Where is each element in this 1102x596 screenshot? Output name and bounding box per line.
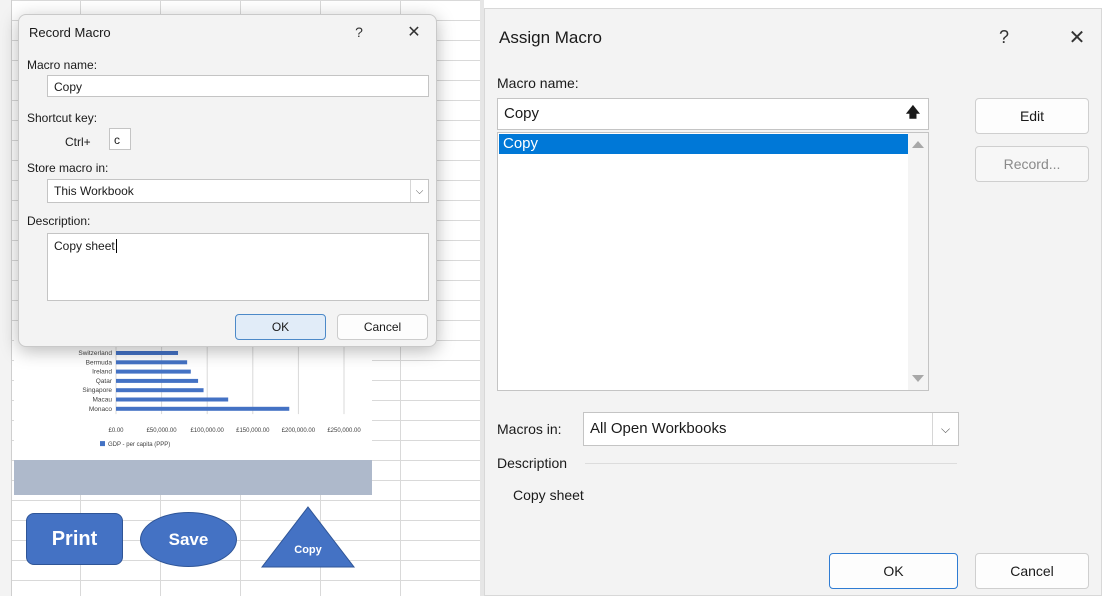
chart-bar: [116, 369, 191, 374]
assign-macro-name-value: Copy: [504, 105, 540, 122]
chart-category-label: Bermuda: [86, 359, 113, 366]
edit-button[interactable]: Edit: [975, 98, 1089, 134]
description-text: Copy sheet: [54, 239, 115, 253]
gdp-bar-chart: Switzerland Bermuda Ireland Qatar Singapore M…: [78, 335, 361, 448]
record-button[interactable]: Record...: [975, 146, 1089, 182]
print-label: Print: [51, 527, 98, 550]
close-button[interactable]: ✕: [401, 21, 427, 43]
chart-category-label: Ireland: [92, 369, 112, 376]
cancel-label: Cancel: [363, 320, 402, 334]
chevron-down-icon[interactable]: ⌵: [410, 180, 428, 202]
save-label: Save: [168, 529, 209, 549]
assign-help-button[interactable]: ?: [989, 23, 1019, 51]
chart-legend-swatch: [100, 441, 105, 447]
store-macro-label: Store macro in:: [27, 161, 109, 175]
shortcut-key-label: Shortcut key:: [27, 111, 98, 125]
assign-cancel-button[interactable]: Cancel: [975, 553, 1089, 589]
print-shape-button[interactable]: Print: [26, 513, 123, 565]
chart-category-label: Qatar: [96, 378, 113, 385]
save-shape-button[interactable]: Save: [140, 512, 237, 567]
assign-ok-label: OK: [883, 563, 904, 579]
store-macro-value: This Workbook: [54, 184, 134, 198]
chart-category-label: Switzerland: [78, 350, 112, 357]
record-macro-dialog: Record Macro ? ✕ Macro name: Copy Shortc…: [18, 14, 437, 347]
assign-macro-name-input[interactable]: Copy 🡅: [497, 98, 929, 130]
chart-bar: [116, 351, 179, 355]
description-label: Description:: [27, 214, 91, 228]
copy-shape-button[interactable]: Copy: [260, 505, 356, 569]
assign-description-label: Description: [497, 455, 568, 471]
chart-bar: [116, 397, 229, 402]
cancel-button[interactable]: Cancel: [337, 314, 428, 340]
scroll-down-icon[interactable]: [912, 375, 924, 382]
macro-name-input[interactable]: Copy: [47, 75, 429, 97]
chart-category-label: Macau: [92, 397, 112, 404]
macro-list[interactable]: Copy: [497, 132, 929, 391]
ok-label: OK: [271, 320, 290, 334]
edit-label: Edit: [1019, 108, 1045, 124]
chart-bar: [116, 360, 188, 365]
assign-macro-name-label: Macro name:: [497, 75, 579, 91]
chart-tick-label: £200,000.00: [282, 428, 316, 434]
text-cursor: [115, 239, 117, 253]
chart-bar: [116, 378, 199, 383]
store-macro-select[interactable]: This Workbook ⌵: [47, 179, 429, 203]
description-separator: [585, 463, 957, 464]
chart-tick-label: £150,000.00: [236, 428, 270, 434]
chart-category-label: Singapore: [82, 387, 112, 394]
chart-tick-label: £100,000.00: [191, 428, 225, 434]
shortcut-key-input[interactable]: c: [109, 128, 131, 150]
collapse-icon[interactable]: 🡅: [902, 103, 924, 125]
help-button[interactable]: ?: [347, 21, 371, 43]
macro-list-item-label: Copy: [503, 135, 539, 152]
chart-footer: [14, 460, 372, 495]
chart-bar: [116, 406, 290, 411]
assign-dialog-title: Assign Macro: [499, 28, 602, 47]
scroll-up-icon[interactable]: [912, 141, 924, 148]
chart-tick-label: £250,000.00: [327, 428, 361, 434]
row-headers: [0, 0, 12, 596]
assign-close-button[interactable]: ✕: [1061, 23, 1093, 51]
ctrl-label: Ctrl+: [65, 135, 91, 149]
assign-cancel-label: Cancel: [1010, 563, 1054, 579]
dialog-title: Record Macro: [29, 25, 111, 40]
chart-tick-label: £50,000.00: [147, 428, 178, 434]
chevron-down-icon[interactable]: ⌵: [932, 413, 958, 445]
description-textarea[interactable]: Copy sheet: [47, 233, 429, 301]
macro-name-label: Macro name:: [27, 58, 98, 72]
macro-list-item[interactable]: Copy: [499, 134, 909, 154]
chart-tick-label: £0.00: [108, 428, 124, 434]
record-label: Record...: [1003, 156, 1061, 172]
ok-button[interactable]: OK: [235, 314, 326, 340]
macros-in-value: All Open Workbooks: [590, 420, 727, 437]
chart-legend-label: GDP - per capita (PPP): [108, 442, 170, 448]
list-scrollbar[interactable]: [908, 133, 928, 390]
macros-in-label: Macros in:: [497, 421, 562, 437]
assign-description-text: Copy sheet: [513, 487, 584, 503]
copy-label: Copy: [294, 544, 322, 556]
chart-bar: [116, 388, 204, 393]
macros-in-select[interactable]: All Open Workbooks ⌵: [583, 412, 959, 446]
assign-ok-button[interactable]: OK: [829, 553, 958, 589]
chart-category-label: Monaco: [89, 406, 113, 413]
excel-worksheet: Switzerland Bermuda Ireland Qatar Singapore M…: [0, 0, 480, 596]
assign-macro-dialog: Assign Macro ? ✕ Macro name: Copy 🡅 Copy…: [484, 8, 1102, 596]
